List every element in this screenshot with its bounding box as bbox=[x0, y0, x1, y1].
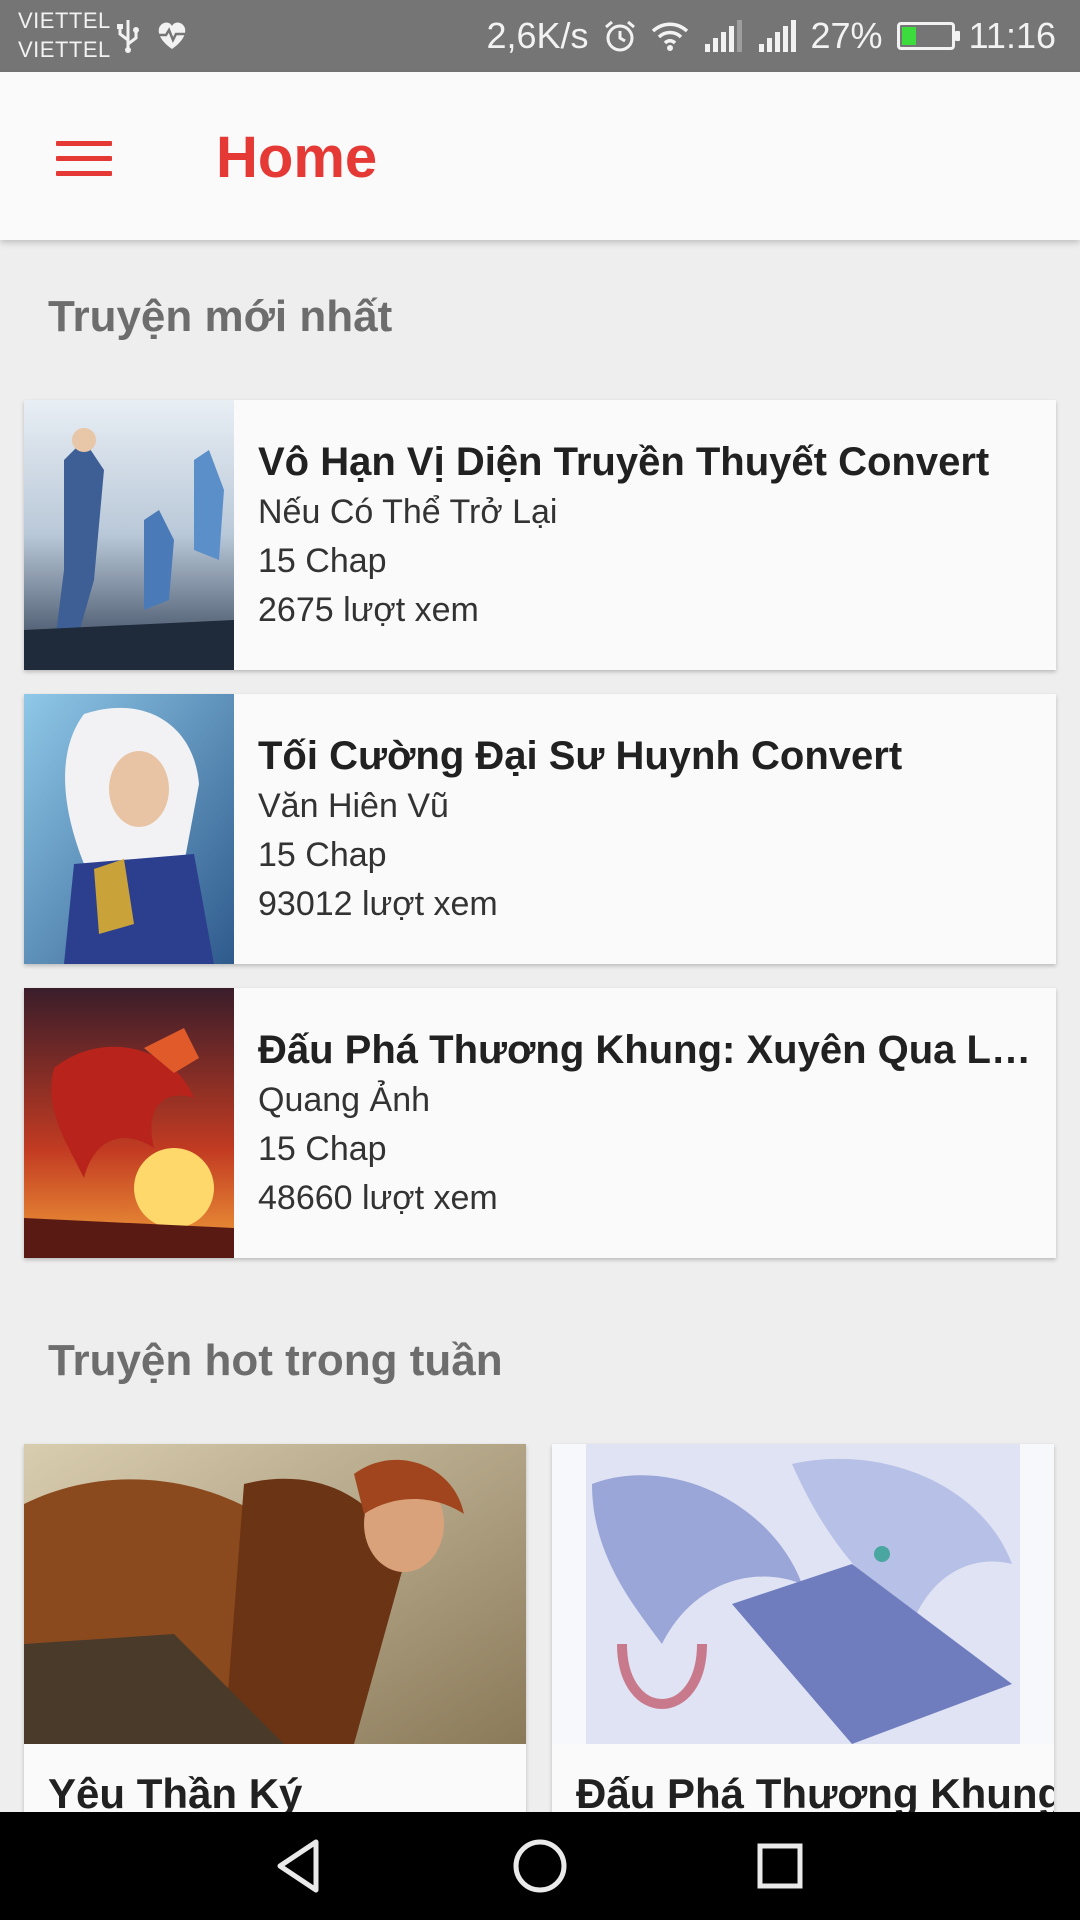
alarm-icon bbox=[603, 19, 637, 53]
story-card[interactable]: Tối Cường Đại Sư Huynh Convert Văn Hiên … bbox=[24, 694, 1056, 964]
page-title: Home bbox=[216, 125, 378, 190]
story-title: Vô Hạn Vị Diện Truyền Thuyết Convert bbox=[258, 440, 990, 484]
clock: 11:16 bbox=[968, 15, 1056, 56]
hot-story-title: Đấu Phá Thương Khung bbox=[576, 1770, 1054, 1817]
home-icon[interactable] bbox=[508, 1834, 572, 1898]
battery-percent: 27% bbox=[810, 15, 883, 56]
section-title-latest: Truyện mới nhất bbox=[48, 292, 393, 341]
story-card[interactable]: Đấu Phá Thương Khung: Xuyên Qua Lu... Qu… bbox=[24, 988, 1056, 1258]
hamburger-icon bbox=[56, 140, 112, 146]
story-chapters: 15 Chap bbox=[258, 836, 387, 874]
network-speed: 2,6K/s bbox=[486, 15, 589, 56]
section-title-hot: Truyện hot trong tuần bbox=[48, 1336, 503, 1385]
hot-story-cover bbox=[552, 1444, 1054, 1744]
story-title: Đấu Phá Thương Khung: Xuyên Qua Lu... bbox=[258, 1028, 1032, 1072]
story-author: Văn Hiên Vũ bbox=[258, 787, 449, 825]
story-card[interactable]: Vô Hạn Vị Diện Truyền Thuyết Convert Nếu… bbox=[24, 400, 1056, 670]
story-views: 93012 lượt xem bbox=[258, 885, 498, 923]
status-bar: VIETTEL VIETTEL 2,6K/s 27% 11:16 bbox=[0, 0, 1080, 72]
story-views: 2675 lượt xem bbox=[258, 591, 479, 629]
story-author: Nếu Có Thể Trở Lại bbox=[258, 493, 558, 531]
carrier-1: VIETTEL bbox=[18, 8, 111, 33]
story-chapters: 15 Chap bbox=[258, 1130, 387, 1168]
hot-story-cover bbox=[24, 1444, 526, 1744]
system-nav-bar bbox=[0, 1812, 1080, 1920]
story-cover bbox=[24, 400, 234, 670]
story-cover bbox=[24, 988, 234, 1258]
wifi-icon bbox=[651, 20, 689, 52]
story-views: 48660 lượt xem bbox=[258, 1179, 498, 1217]
story-cover bbox=[24, 694, 234, 964]
signal-icon bbox=[703, 20, 743, 52]
story-chapters: 15 Chap bbox=[258, 542, 387, 580]
hot-story-card[interactable]: Đấu Phá Thương Khung bbox=[552, 1444, 1054, 1864]
back-icon[interactable] bbox=[268, 1834, 332, 1898]
carrier-labels: VIETTEL VIETTEL bbox=[18, 6, 111, 64]
menu-button[interactable] bbox=[40, 118, 130, 198]
app-bar: Home bbox=[0, 72, 1080, 240]
hot-story-title: Yêu Thần Ký bbox=[48, 1770, 303, 1817]
battery-icon bbox=[896, 22, 960, 50]
signal-icon bbox=[757, 20, 797, 52]
carrier-2: VIETTEL bbox=[18, 37, 111, 62]
story-author: Quang Ảnh bbox=[258, 1081, 431, 1119]
usb-icon bbox=[116, 18, 140, 61]
hot-story-card[interactable]: Yêu Thần Ký bbox=[24, 1444, 526, 1864]
heart-rate-icon bbox=[154, 18, 190, 61]
recents-icon[interactable] bbox=[748, 1834, 812, 1898]
story-title: Tối Cường Đại Sư Huynh Convert bbox=[258, 734, 903, 778]
